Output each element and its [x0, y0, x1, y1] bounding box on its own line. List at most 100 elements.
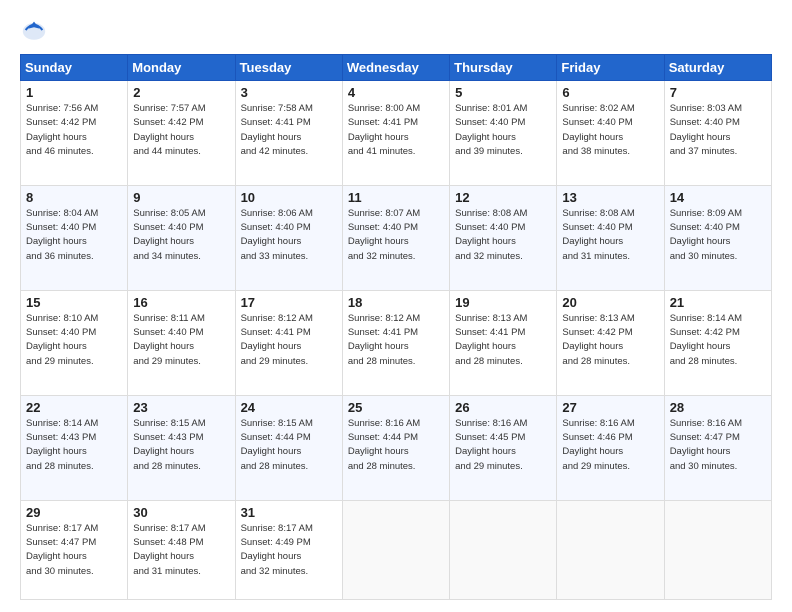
day-info: Sunrise: 8:00 AM Sunset: 4:41 PM Dayligh…: [348, 102, 444, 159]
weekday-header-sunday: Sunday: [21, 55, 128, 81]
week-row-5: 29 Sunrise: 8:17 AM Sunset: 4:47 PM Dayl…: [21, 500, 772, 599]
calendar-cell: 21 Sunrise: 8:14 AM Sunset: 4:42 PM Dayl…: [664, 290, 771, 395]
day-info: Sunrise: 8:17 AM Sunset: 4:49 PM Dayligh…: [241, 522, 337, 579]
calendar-cell: 13 Sunrise: 8:08 AM Sunset: 4:40 PM Dayl…: [557, 185, 664, 290]
weekday-header-wednesday: Wednesday: [342, 55, 449, 81]
day-info: Sunrise: 8:16 AM Sunset: 4:47 PM Dayligh…: [670, 417, 766, 474]
calendar-cell: 17 Sunrise: 8:12 AM Sunset: 4:41 PM Dayl…: [235, 290, 342, 395]
calendar-cell: 29 Sunrise: 8:17 AM Sunset: 4:47 PM Dayl…: [21, 500, 128, 599]
calendar-cell: 18 Sunrise: 8:12 AM Sunset: 4:41 PM Dayl…: [342, 290, 449, 395]
day-number: 8: [26, 190, 122, 205]
day-info: Sunrise: 8:14 AM Sunset: 4:43 PM Dayligh…: [26, 417, 122, 474]
calendar-cell: 1 Sunrise: 7:56 AM Sunset: 4:42 PM Dayli…: [21, 81, 128, 186]
day-number: 24: [241, 400, 337, 415]
day-number: 12: [455, 190, 551, 205]
calendar-cell: 22 Sunrise: 8:14 AM Sunset: 4:43 PM Dayl…: [21, 395, 128, 500]
day-number: 13: [562, 190, 658, 205]
day-info: Sunrise: 7:56 AM Sunset: 4:42 PM Dayligh…: [26, 102, 122, 159]
day-info: Sunrise: 8:15 AM Sunset: 4:43 PM Dayligh…: [133, 417, 229, 474]
calendar-cell: [557, 500, 664, 599]
calendar-cell: 2 Sunrise: 7:57 AM Sunset: 4:42 PM Dayli…: [128, 81, 235, 186]
calendar-cell: [342, 500, 449, 599]
day-number: 25: [348, 400, 444, 415]
calendar-cell: 8 Sunrise: 8:04 AM Sunset: 4:40 PM Dayli…: [21, 185, 128, 290]
day-info: Sunrise: 8:03 AM Sunset: 4:40 PM Dayligh…: [670, 102, 766, 159]
week-row-4: 22 Sunrise: 8:14 AM Sunset: 4:43 PM Dayl…: [21, 395, 772, 500]
day-info: Sunrise: 8:08 AM Sunset: 4:40 PM Dayligh…: [455, 207, 551, 264]
day-number: 18: [348, 295, 444, 310]
day-number: 16: [133, 295, 229, 310]
weekday-header-row: SundayMondayTuesdayWednesdayThursdayFrid…: [21, 55, 772, 81]
calendar-cell: 15 Sunrise: 8:10 AM Sunset: 4:40 PM Dayl…: [21, 290, 128, 395]
calendar-cell: 4 Sunrise: 8:00 AM Sunset: 4:41 PM Dayli…: [342, 81, 449, 186]
week-row-1: 1 Sunrise: 7:56 AM Sunset: 4:42 PM Dayli…: [21, 81, 772, 186]
day-info: Sunrise: 8:13 AM Sunset: 4:41 PM Dayligh…: [455, 312, 551, 369]
calendar-cell: 12 Sunrise: 8:08 AM Sunset: 4:40 PM Dayl…: [450, 185, 557, 290]
calendar-cell: [664, 500, 771, 599]
day-number: 21: [670, 295, 766, 310]
calendar-cell: 3 Sunrise: 7:58 AM Sunset: 4:41 PM Dayli…: [235, 81, 342, 186]
day-number: 28: [670, 400, 766, 415]
day-info: Sunrise: 8:02 AM Sunset: 4:40 PM Dayligh…: [562, 102, 658, 159]
calendar-cell: 16 Sunrise: 8:11 AM Sunset: 4:40 PM Dayl…: [128, 290, 235, 395]
calendar-cell: 7 Sunrise: 8:03 AM Sunset: 4:40 PM Dayli…: [664, 81, 771, 186]
day-info: Sunrise: 8:12 AM Sunset: 4:41 PM Dayligh…: [241, 312, 337, 369]
day-info: Sunrise: 7:57 AM Sunset: 4:42 PM Dayligh…: [133, 102, 229, 159]
calendar-cell: 23 Sunrise: 8:15 AM Sunset: 4:43 PM Dayl…: [128, 395, 235, 500]
calendar-cell: 26 Sunrise: 8:16 AM Sunset: 4:45 PM Dayl…: [450, 395, 557, 500]
weekday-header-saturday: Saturday: [664, 55, 771, 81]
calendar-cell: 28 Sunrise: 8:16 AM Sunset: 4:47 PM Dayl…: [664, 395, 771, 500]
day-number: 11: [348, 190, 444, 205]
day-number: 23: [133, 400, 229, 415]
day-info: Sunrise: 8:16 AM Sunset: 4:45 PM Dayligh…: [455, 417, 551, 474]
day-info: Sunrise: 8:07 AM Sunset: 4:40 PM Dayligh…: [348, 207, 444, 264]
day-number: 5: [455, 85, 551, 100]
day-number: 31: [241, 505, 337, 520]
calendar-cell: 19 Sunrise: 8:13 AM Sunset: 4:41 PM Dayl…: [450, 290, 557, 395]
day-info: Sunrise: 7:58 AM Sunset: 4:41 PM Dayligh…: [241, 102, 337, 159]
day-info: Sunrise: 8:15 AM Sunset: 4:44 PM Dayligh…: [241, 417, 337, 474]
day-info: Sunrise: 8:04 AM Sunset: 4:40 PM Dayligh…: [26, 207, 122, 264]
day-info: Sunrise: 8:16 AM Sunset: 4:46 PM Dayligh…: [562, 417, 658, 474]
day-info: Sunrise: 8:16 AM Sunset: 4:44 PM Dayligh…: [348, 417, 444, 474]
calendar-cell: 24 Sunrise: 8:15 AM Sunset: 4:44 PM Dayl…: [235, 395, 342, 500]
day-info: Sunrise: 8:17 AM Sunset: 4:48 PM Dayligh…: [133, 522, 229, 579]
day-number: 26: [455, 400, 551, 415]
calendar-cell: 14 Sunrise: 8:09 AM Sunset: 4:40 PM Dayl…: [664, 185, 771, 290]
calendar-cell: 25 Sunrise: 8:16 AM Sunset: 4:44 PM Dayl…: [342, 395, 449, 500]
day-info: Sunrise: 8:08 AM Sunset: 4:40 PM Dayligh…: [562, 207, 658, 264]
day-number: 14: [670, 190, 766, 205]
week-row-3: 15 Sunrise: 8:10 AM Sunset: 4:40 PM Dayl…: [21, 290, 772, 395]
day-info: Sunrise: 8:14 AM Sunset: 4:42 PM Dayligh…: [670, 312, 766, 369]
day-number: 20: [562, 295, 658, 310]
calendar-cell: 27 Sunrise: 8:16 AM Sunset: 4:46 PM Dayl…: [557, 395, 664, 500]
weekday-header-monday: Monday: [128, 55, 235, 81]
day-number: 1: [26, 85, 122, 100]
day-info: Sunrise: 8:13 AM Sunset: 4:42 PM Dayligh…: [562, 312, 658, 369]
day-info: Sunrise: 8:05 AM Sunset: 4:40 PM Dayligh…: [133, 207, 229, 264]
day-number: 3: [241, 85, 337, 100]
day-info: Sunrise: 8:17 AM Sunset: 4:47 PM Dayligh…: [26, 522, 122, 579]
weekday-header-thursday: Thursday: [450, 55, 557, 81]
day-number: 15: [26, 295, 122, 310]
calendar-cell: 10 Sunrise: 8:06 AM Sunset: 4:40 PM Dayl…: [235, 185, 342, 290]
day-number: 19: [455, 295, 551, 310]
calendar-table: SundayMondayTuesdayWednesdayThursdayFrid…: [20, 54, 772, 600]
calendar-cell: 6 Sunrise: 8:02 AM Sunset: 4:40 PM Dayli…: [557, 81, 664, 186]
day-number: 2: [133, 85, 229, 100]
day-number: 30: [133, 505, 229, 520]
calendar-cell: 20 Sunrise: 8:13 AM Sunset: 4:42 PM Dayl…: [557, 290, 664, 395]
day-number: 7: [670, 85, 766, 100]
day-number: 17: [241, 295, 337, 310]
weekday-header-tuesday: Tuesday: [235, 55, 342, 81]
logo: [20, 16, 52, 44]
header: [20, 16, 772, 44]
day-number: 6: [562, 85, 658, 100]
logo-icon: [20, 16, 48, 44]
calendar-cell: 30 Sunrise: 8:17 AM Sunset: 4:48 PM Dayl…: [128, 500, 235, 599]
day-number: 22: [26, 400, 122, 415]
day-info: Sunrise: 8:06 AM Sunset: 4:40 PM Dayligh…: [241, 207, 337, 264]
day-info: Sunrise: 8:12 AM Sunset: 4:41 PM Dayligh…: [348, 312, 444, 369]
week-row-2: 8 Sunrise: 8:04 AM Sunset: 4:40 PM Dayli…: [21, 185, 772, 290]
day-number: 27: [562, 400, 658, 415]
